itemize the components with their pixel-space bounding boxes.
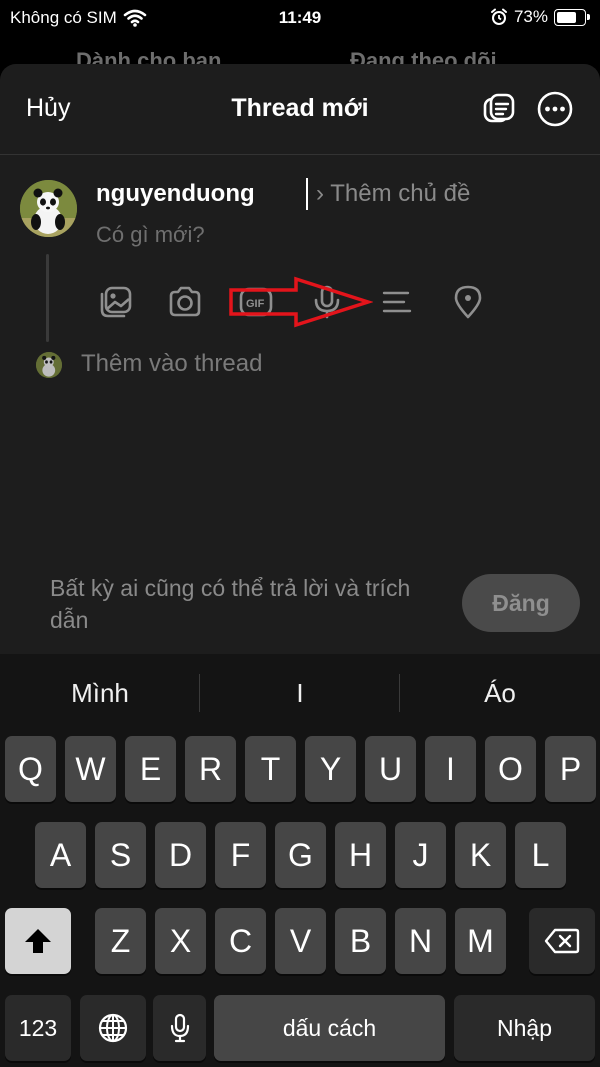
key-w[interactable]: W: [65, 736, 116, 802]
microphone-icon: [170, 1013, 189, 1043]
key-f[interactable]: F: [215, 822, 266, 888]
shift-icon: [25, 929, 51, 953]
battery-icon: [554, 8, 590, 26]
key-x[interactable]: X: [155, 908, 206, 974]
suggestion-bar: Mình I Áo: [0, 654, 600, 734]
username: nguyenduong: [96, 180, 255, 207]
suggestion-item[interactable]: Mình: [0, 678, 200, 709]
key-a[interactable]: A: [35, 822, 86, 888]
shift-key[interactable]: [5, 908, 71, 974]
key-h[interactable]: H: [335, 822, 386, 888]
small-avatar: [36, 352, 62, 378]
gallery-icon[interactable]: [98, 284, 134, 320]
key-s[interactable]: S: [95, 822, 146, 888]
status-right: 73%: [490, 7, 590, 27]
space-key[interactable]: dấu cách: [214, 995, 445, 1061]
backspace-key[interactable]: [529, 908, 595, 974]
key-d[interactable]: D: [155, 822, 206, 888]
suggestion-item[interactable]: Áo: [400, 678, 600, 709]
key-u[interactable]: U: [365, 736, 416, 802]
more-options-icon[interactable]: [536, 90, 574, 128]
camera-icon[interactable]: [167, 284, 203, 320]
key-e[interactable]: E: [125, 736, 176, 802]
status-bar: Không có SIM 11:49 73%: [0, 0, 600, 36]
reply-permission-note[interactable]: Bất kỳ ai cũng có thể trả lời và trích d…: [50, 572, 450, 636]
key-o[interactable]: O: [485, 736, 536, 802]
keyboard: Mình I Áo QWERTYUIOP ASDFGHJKL ZXCVBNM 1…: [0, 654, 600, 1067]
globe-key[interactable]: [80, 995, 146, 1061]
text-cursor: [306, 178, 308, 210]
key-m[interactable]: M: [455, 908, 506, 974]
thread-text-input[interactable]: Có gì mới?: [96, 222, 205, 248]
key-i[interactable]: I: [425, 736, 476, 802]
key-b[interactable]: B: [335, 908, 386, 974]
backspace-icon: [544, 928, 580, 954]
key-j[interactable]: J: [395, 822, 446, 888]
battery-percent: 73%: [513, 7, 548, 26]
key-n[interactable]: N: [395, 908, 446, 974]
panda-avatar-small-image: [36, 352, 62, 378]
key-l[interactable]: L: [515, 822, 566, 888]
dictation-key[interactable]: [153, 995, 206, 1061]
panda-avatar-image: [20, 180, 77, 237]
numbers-key[interactable]: 123: [5, 995, 71, 1061]
return-key[interactable]: Nhập: [454, 995, 595, 1061]
topic-placeholder: Thêm chủ đề: [330, 180, 471, 207]
avatar[interactable]: [20, 180, 77, 237]
key-y[interactable]: Y: [305, 736, 356, 802]
key-z[interactable]: Z: [95, 908, 146, 974]
chevron-right-icon: ›: [316, 180, 324, 207]
suggestion-item[interactable]: I: [200, 678, 400, 709]
add-topic-input[interactable]: › Thêm chủ đề: [316, 180, 470, 208]
key-v[interactable]: V: [275, 908, 326, 974]
key-c[interactable]: C: [215, 908, 266, 974]
location-icon[interactable]: [450, 284, 486, 320]
post-button[interactable]: Đăng: [462, 574, 580, 632]
globe-icon: [98, 1013, 128, 1043]
add-to-thread-button[interactable]: Thêm vào thread: [81, 350, 262, 378]
key-t[interactable]: T: [245, 736, 296, 802]
key-k[interactable]: K: [455, 822, 506, 888]
alarm-icon: [490, 8, 507, 25]
poll-icon[interactable]: [380, 284, 416, 320]
key-g[interactable]: G: [275, 822, 326, 888]
thread-connector-line: [46, 254, 49, 342]
key-r[interactable]: R: [185, 736, 236, 802]
key-q[interactable]: Q: [5, 736, 56, 802]
annotation-arrow-icon: [229, 276, 373, 328]
drafts-icon[interactable]: [480, 90, 518, 128]
sheet-header: Hủy Thread mới: [0, 64, 600, 155]
key-p[interactable]: P: [545, 736, 596, 802]
new-thread-sheet: Hủy Thread mới nguyenduong › Thêm chủ đề…: [0, 64, 600, 654]
